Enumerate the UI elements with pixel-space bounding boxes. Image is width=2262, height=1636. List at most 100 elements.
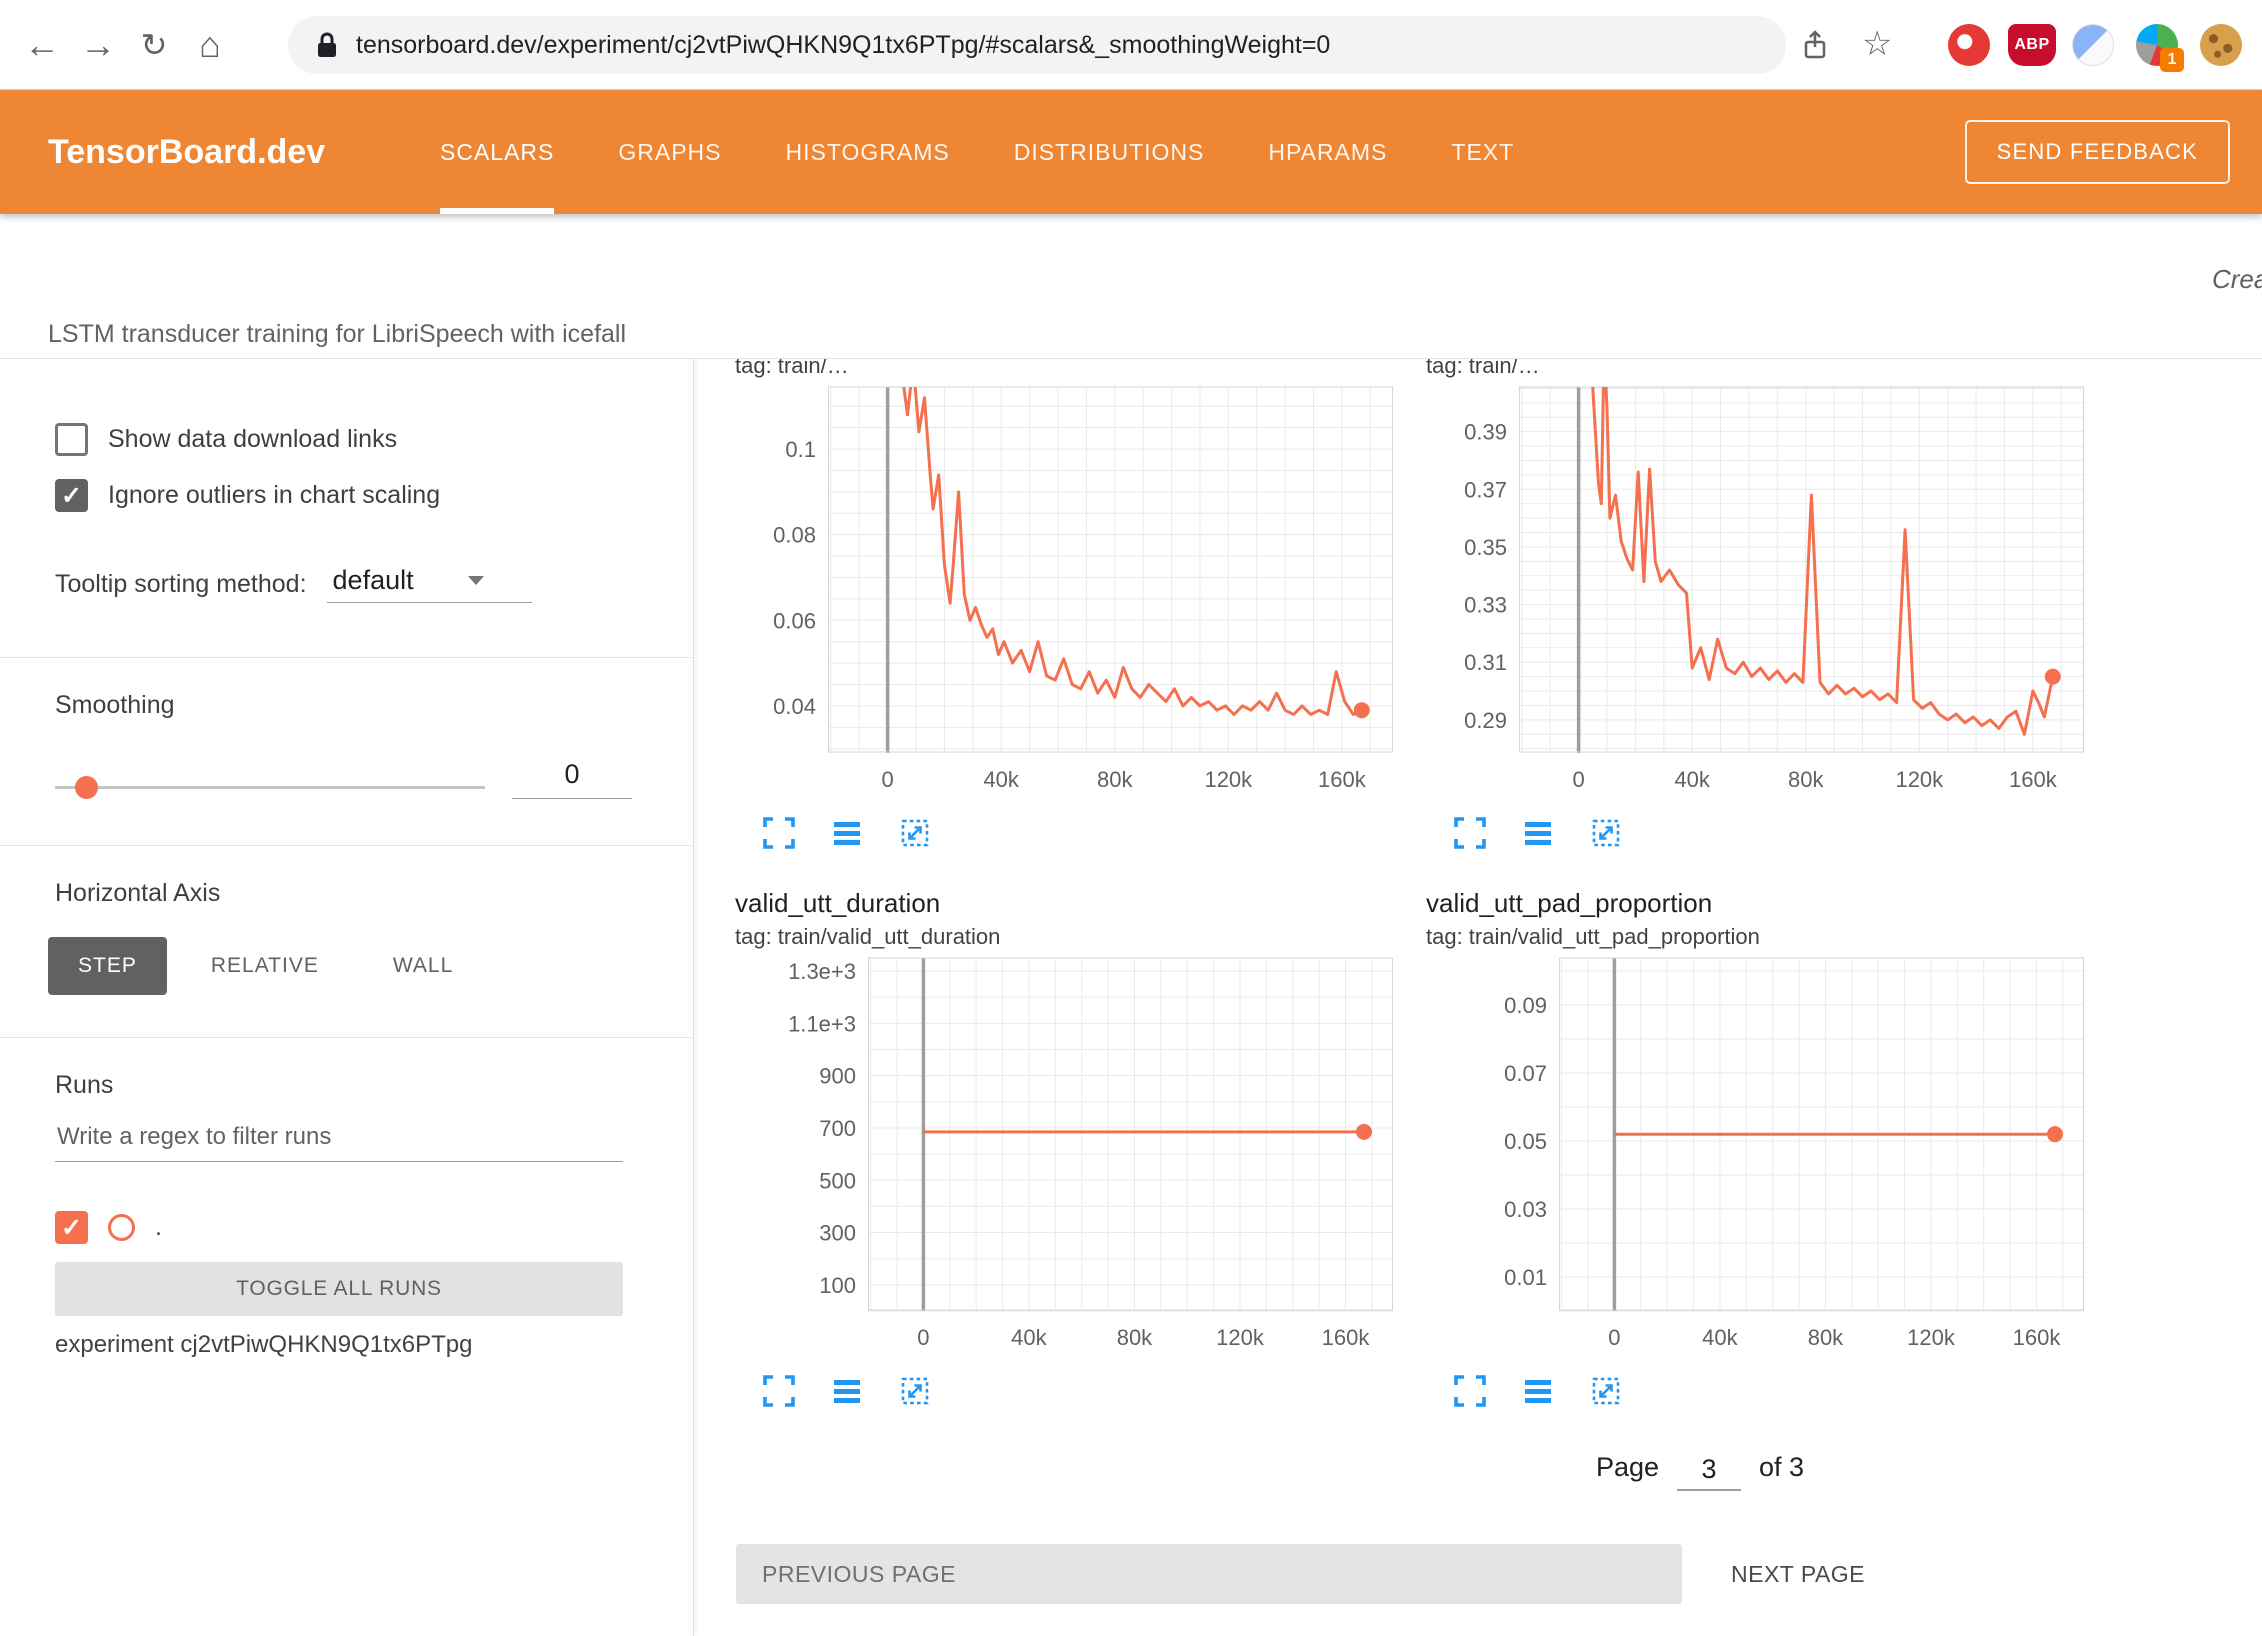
adblocker-extension-icon[interactable]	[1948, 24, 1990, 66]
axis-option-wall[interactable]: WALL	[363, 937, 483, 995]
home-icon[interactable]: ⌂	[182, 17, 238, 73]
x-axis-labels: 040k80k120k160k	[1608, 1325, 2061, 1350]
fit-domain-button[interactable]	[897, 1374, 933, 1410]
url-text: tensorboard.dev/experiment/cj2vtPiwQHKN9…	[356, 31, 1330, 60]
y-axis-labels: 0.040.060.080.1	[773, 437, 816, 719]
run-checkbox[interactable]: ✓	[55, 1211, 88, 1244]
series-end-dot	[2045, 669, 2061, 685]
created-text-clipped: Crea	[2212, 264, 2262, 295]
runs-menu-button[interactable]	[1520, 816, 1556, 852]
runs-menu-button[interactable]	[829, 1374, 865, 1410]
smoothing-slider[interactable]	[55, 767, 485, 807]
fit-domain-button[interactable]	[897, 816, 933, 852]
refresh-icon[interactable]: ↻	[126, 17, 182, 73]
chart-card-clipped-1: tag: train/… 0.290.310.330.350.370.39 040k…	[1424, 359, 2098, 852]
back-icon[interactable]: ←	[14, 17, 70, 73]
x-axis-labels: 040k80k120k160k	[881, 767, 1366, 792]
svg-text:160k: 160k	[2009, 767, 2058, 792]
chart-actions	[1424, 816, 2098, 852]
settings-sidebar: Show data download links ✓ Ignore outlie…	[0, 359, 694, 1636]
svg-text:300: 300	[819, 1221, 856, 1246]
forward-icon[interactable]: →	[70, 17, 126, 73]
chart-plot: 0.290.310.330.350.370.39 040k80k120k160k	[1424, 385, 2098, 797]
axis-option-step[interactable]: STEP	[48, 937, 167, 995]
nav-tabs: SCALARS GRAPHS HISTOGRAMS DISTRIBUTIONS HPAR…	[440, 90, 1514, 214]
address-bar[interactable]: tensorboard.dev/experiment/cj2vtPiwQHKN9…	[288, 16, 1786, 74]
svg-text:160k: 160k	[1322, 1325, 1371, 1350]
tooltip-sort-row: Tooltip sorting method: default	[55, 565, 532, 603]
fullscreen-icon	[762, 1374, 796, 1408]
fullscreen-button[interactable]	[761, 1374, 797, 1410]
runs-menu-button[interactable]	[1520, 1374, 1556, 1410]
series-end-dot	[2047, 1126, 2063, 1142]
fit-domain-icon	[898, 816, 932, 850]
abp-extension-icon[interactable]: ABP	[2008, 24, 2056, 66]
axis-option-relative[interactable]: RELATIVE	[181, 937, 349, 995]
svg-text:40k: 40k	[1702, 1325, 1738, 1350]
x-axis-labels: 040k80k120k160k	[1572, 767, 2057, 792]
page-total-label: of 3	[1759, 1452, 1804, 1483]
svg-text:0.08: 0.08	[773, 523, 816, 548]
tab-scalars[interactable]: SCALARS	[440, 90, 554, 214]
run-color-swatch[interactable]	[108, 1214, 135, 1241]
chart-subtitle: tag: train/…	[1426, 359, 2098, 381]
svg-text:0.1: 0.1	[785, 437, 816, 462]
runs-header-row: Runs	[55, 1071, 113, 1100]
next-page-button[interactable]: NEXT PAGE	[1707, 1544, 1889, 1604]
svg-text:0.05: 0.05	[1504, 1129, 1547, 1154]
bookmark-star-icon[interactable]: ☆	[1862, 24, 1892, 64]
chart-plot: 0.040.060.080.1040k80k120k160k	[733, 385, 1407, 797]
y-axis-labels: 1003005007009001.1e+31.3e+3	[788, 959, 856, 1298]
svg-text:0.09: 0.09	[1504, 993, 1547, 1018]
chart-subtitle: tag: train/valid_utt_pad_proportion	[1426, 922, 2098, 952]
runs-menu-button[interactable]	[829, 816, 865, 852]
tab-histograms[interactable]: HISTOGRAMS	[786, 90, 950, 214]
tab-text[interactable]: TEXT	[1451, 90, 1514, 214]
previous-page-button[interactable]: PREVIOUS PAGE	[736, 1544, 1682, 1604]
y-axis-labels: 0.010.030.050.070.09	[1504, 993, 1547, 1290]
fullscreen-icon	[762, 816, 796, 850]
chart-subtitle: tag: train/…	[735, 359, 1407, 381]
page-label: Page	[1596, 1452, 1659, 1483]
chart-card-valid_utt_pad_proportion: valid_utt_pad_proportiontag: train/valid…	[1424, 884, 2098, 1410]
ignore-outliers-checkbox[interactable]: ✓	[55, 479, 88, 512]
fullscreen-button[interactable]	[761, 816, 797, 852]
lock-icon	[316, 31, 338, 59]
svg-text:40k: 40k	[1011, 1325, 1047, 1350]
ignore-outliers-row: ✓ Ignore outliers in chart scaling	[55, 479, 440, 512]
send-feedback-button[interactable]: SEND FEEDBACK	[1965, 120, 2230, 184]
browser-toolbar: ← → ↻ ⌂ tensorboard.dev/experiment/cj2vt…	[0, 0, 2262, 90]
fullscreen-button[interactable]	[1452, 1374, 1488, 1410]
fullscreen-button[interactable]	[1452, 816, 1488, 852]
toggle-all-runs-button[interactable]: TOGGLE ALL RUNS	[55, 1262, 623, 1316]
runs-list-icon	[830, 1374, 864, 1408]
horizontal-axis-row: Horizontal Axis	[55, 879, 220, 908]
slider-thumb[interactable]	[75, 776, 98, 799]
fit-domain-button[interactable]	[1588, 1374, 1624, 1410]
page-number-input[interactable]	[1677, 1454, 1741, 1491]
svg-text:40k: 40k	[1674, 767, 1710, 792]
smoothing-value-input[interactable]: 0	[512, 759, 632, 799]
share-icon[interactable]	[1798, 28, 1832, 62]
svg-text:0: 0	[881, 767, 893, 792]
svg-text:700: 700	[819, 1116, 856, 1141]
runs-filter-input[interactable]	[55, 1117, 623, 1162]
tab-distributions[interactable]: DISTRIBUTIONS	[1014, 90, 1205, 214]
show-download-checkbox[interactable]	[55, 423, 88, 456]
y-axis-labels: 0.290.310.330.350.370.39	[1464, 420, 1507, 733]
svg-text:120k: 120k	[1216, 1325, 1265, 1350]
svg-text:40k: 40k	[983, 767, 1019, 792]
tab-hparams[interactable]: HPARAMS	[1268, 90, 1387, 214]
run-item-label: .	[155, 1213, 162, 1242]
tab-graphs[interactable]: GRAPHS	[618, 90, 721, 214]
app-header: TensorBoard.dev SCALARSGRAPHSHISTOGRAMSD…	[0, 90, 2262, 214]
svg-text:500: 500	[819, 1168, 856, 1193]
run-item-row: ✓ .	[55, 1211, 162, 1244]
slider-track[interactable]	[55, 786, 485, 789]
series-end-dot	[1354, 702, 1370, 718]
extension-icon[interactable]	[2072, 24, 2114, 66]
cookie-icon[interactable]	[2200, 24, 2242, 66]
tooltip-sort-dropdown[interactable]: default	[327, 565, 532, 603]
profile-avatar[interactable]: 1	[2136, 24, 2178, 66]
fit-domain-button[interactable]	[1588, 816, 1624, 852]
